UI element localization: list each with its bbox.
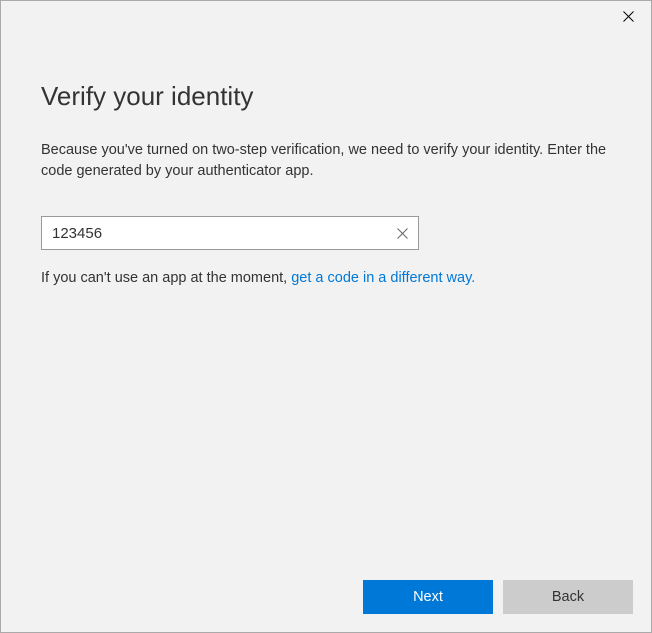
code-input-wrap	[41, 216, 419, 250]
back-button[interactable]: Back	[503, 580, 633, 614]
next-button[interactable]: Next	[363, 580, 493, 614]
titlebar	[1, 1, 651, 31]
footer-buttons: Next Back	[19, 580, 633, 614]
help-text: If you can't use an app at the moment, g…	[41, 270, 611, 286]
clear-input-button[interactable]	[386, 217, 418, 249]
content-area: Verify your identity Because you've turn…	[1, 31, 651, 286]
help-prefix: If you can't use an app at the moment,	[41, 270, 291, 286]
code-input[interactable]	[41, 216, 419, 250]
description-text: Because you've turned on two-step verifi…	[41, 140, 611, 182]
close-button[interactable]	[606, 1, 651, 31]
clear-icon	[397, 228, 408, 239]
verify-identity-dialog: Verify your identity Because you've turn…	[0, 0, 652, 633]
close-icon	[623, 11, 634, 22]
page-title: Verify your identity	[41, 81, 611, 112]
alternate-code-link[interactable]: get a code in a different way.	[291, 270, 475, 286]
